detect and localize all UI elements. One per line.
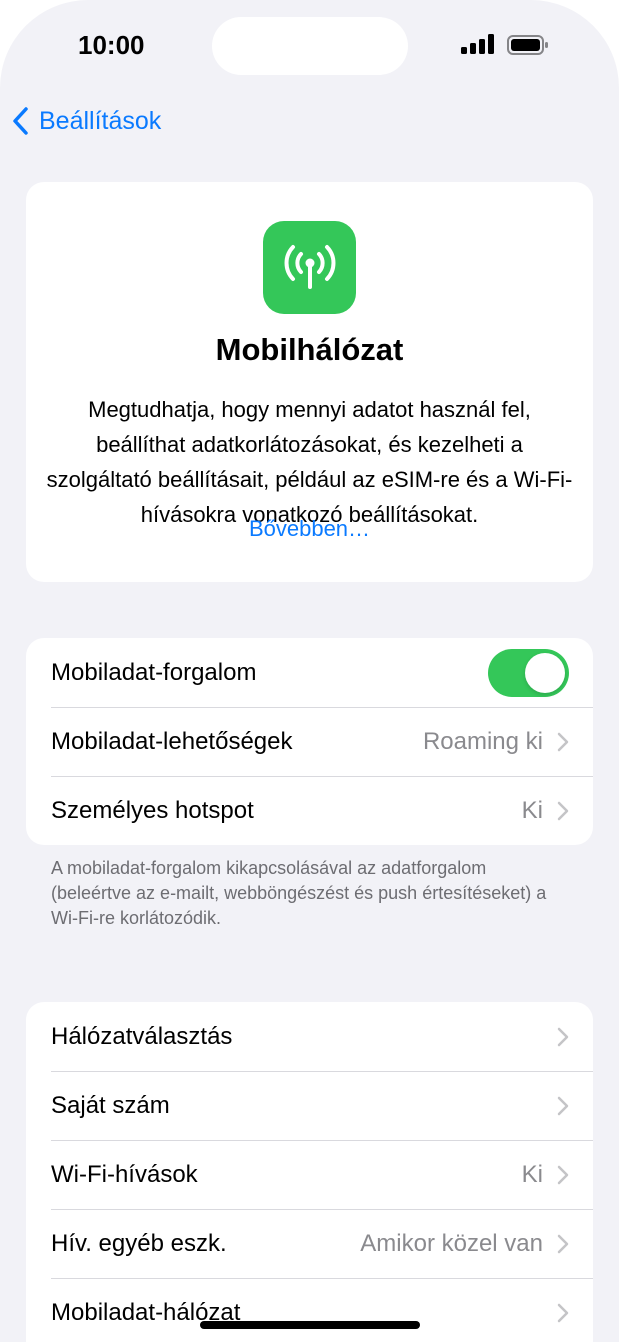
row-label: Mobiladat-lehetőségek bbox=[51, 727, 293, 755]
cellular-data-group: Mobiladat-forgalom Mobiladat-lehetőségek… bbox=[26, 638, 593, 845]
row-network-selection[interactable]: Hálózatválasztás bbox=[26, 1002, 593, 1071]
row-label: Wi-Fi-hívások bbox=[51, 1160, 198, 1188]
chevron-right-icon bbox=[557, 1303, 569, 1322]
row-data-options[interactable]: Mobiladat-lehetőségek Roaming ki bbox=[26, 707, 593, 776]
battery-icon bbox=[507, 35, 548, 55]
row-cellular-data-network[interactable]: Mobiladat-hálózat bbox=[26, 1278, 593, 1342]
back-button[interactable]: Beállítások bbox=[12, 104, 161, 138]
chevron-right-icon bbox=[557, 1165, 569, 1184]
chevron-left-icon bbox=[13, 107, 28, 135]
row-value: Ki bbox=[521, 796, 543, 824]
row-value: Amikor közel van bbox=[360, 1229, 543, 1257]
learn-more-link[interactable]: Bővebben… bbox=[26, 516, 593, 542]
row-my-number[interactable]: Saját szám bbox=[26, 1071, 593, 1140]
chevron-right-icon bbox=[557, 1027, 569, 1046]
signal-icon bbox=[461, 34, 494, 54]
mobile-data-toggle[interactable] bbox=[488, 648, 569, 697]
row-label: Személyes hotspot bbox=[51, 796, 254, 824]
info-card: Mobilhálózat Megtudhatja, hogy mennyi ad… bbox=[26, 182, 593, 582]
network-settings-group: Hálózatválasztás Saját szám Wi-Fi-híváso… bbox=[26, 1002, 593, 1342]
chevron-right-icon bbox=[557, 1234, 569, 1253]
row-mobile-data: Mobiladat-forgalom bbox=[26, 638, 593, 707]
home-indicator[interactable] bbox=[200, 1321, 420, 1329]
row-label: Mobiladat-forgalom bbox=[51, 658, 257, 686]
row-label: Saját szám bbox=[51, 1091, 170, 1119]
page-title: Mobilhálózat bbox=[215, 332, 404, 367]
row-calls-other-devices[interactable]: Hív. egyéb eszk. Amikor közel van bbox=[26, 1209, 593, 1278]
row-label: Hálózatválasztás bbox=[51, 1022, 233, 1050]
row-wifi-calling[interactable]: Wi-Fi-hívások Ki bbox=[26, 1140, 593, 1209]
row-label: Hív. egyéb eszk. bbox=[51, 1229, 227, 1257]
phone-screen: 10:00 Beállítások Mobilhálózat Megtudhat… bbox=[0, 0, 619, 1342]
group-footnote: A mobiladat-forgalom kikapcsolásával az … bbox=[51, 858, 547, 928]
status-time: 10:00 bbox=[78, 30, 145, 60]
chevron-right-icon bbox=[557, 732, 569, 751]
info-description: Megtudhatja, hogy mennyi adatot használ … bbox=[46, 397, 573, 527]
back-label: Beállítások bbox=[39, 106, 162, 135]
row-personal-hotspot[interactable]: Személyes hotspot Ki bbox=[26, 776, 593, 845]
chevron-right-icon bbox=[557, 1096, 569, 1115]
row-value: Roaming ki bbox=[422, 727, 543, 755]
toggle-knob bbox=[525, 652, 565, 693]
dynamic-island bbox=[212, 17, 408, 75]
row-value: Ki bbox=[521, 1160, 543, 1188]
chevron-right-icon bbox=[557, 801, 569, 820]
antenna-icon bbox=[263, 221, 356, 314]
